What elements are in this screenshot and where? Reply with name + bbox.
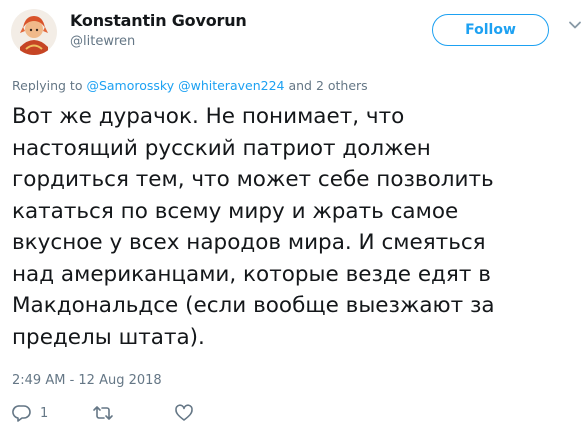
replying-to: Replying to @Samorossky @whiteraven224 a… [12,78,368,93]
author-handle[interactable]: @litewren [70,34,135,49]
heart-icon [175,404,193,421]
avatar-icon [11,9,57,55]
author-name[interactable]: Konstantin Govorun [70,11,247,30]
mention-link[interactable]: @whiteraven224 [178,78,284,93]
mention-link[interactable]: @Samorossky [86,78,174,93]
replying-to-prefix: Replying to [12,78,87,93]
tweet-line: пределы штата). [12,324,205,350]
reply-count: 1 [40,405,49,421]
tweet-line: над американцами, которые везде едят в [12,261,491,287]
retweet-icon [93,406,113,420]
tweet-line: Вот же дурачок. Не понимает, что [12,104,405,129]
tweet-line: гордиться тем, что может себе позволить [12,167,494,192]
tweet-text: Вот же дурачок. Не понимает, что настоящ… [12,101,577,353]
tweet-actions: 1 [12,402,412,424]
tweet-line: Макдональдсе (если вообще выезжают за [12,293,495,318]
follow-button[interactable]: Follow [432,14,549,46]
avatar[interactable] [11,9,57,55]
reply-button[interactable]: 1 [12,402,48,424]
like-button[interactable] [174,402,194,424]
tweet-line: кататься по всему миру и жрать самое [12,198,459,224]
chevron-down-icon[interactable] [568,18,582,32]
replying-to-others[interactable]: and 2 others [288,78,367,93]
retweet-button[interactable] [92,402,114,424]
tweet-timestamp[interactable]: 2:49 AM - 12 Aug 2018 [12,373,162,388]
tweet-line: настоящий русский патриот должен [12,135,431,161]
reply-icon [12,405,31,422]
tweet-card: Konstantin Govorun @litewren Follow Repl… [0,0,585,436]
tweet-line: вкусное у всех народов мира. И смеяться [12,230,486,255]
